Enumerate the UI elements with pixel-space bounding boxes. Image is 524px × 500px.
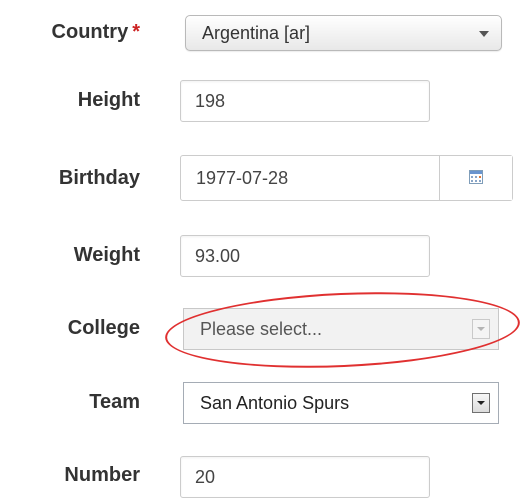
number-row: Number 20 [0, 456, 524, 500]
college-select[interactable]: Please select... [183, 308, 499, 350]
team-row: Team San Antonio Spurs [0, 382, 524, 426]
number-label: Number [64, 464, 140, 486]
calendar-icon [469, 170, 483, 184]
required-mark: * [132, 21, 140, 43]
weight-label: Weight [73, 244, 140, 266]
college-value: Please select... [200, 319, 323, 339]
caret-down-icon [479, 31, 489, 37]
height-input[interactable]: 198 [180, 80, 430, 122]
birthday-input[interactable]: 1977-07-28 [196, 156, 288, 200]
birthday-label: Birthday [58, 167, 140, 189]
team-value: San Antonio Spurs [200, 393, 350, 413]
college-row: College Please select... [0, 308, 524, 352]
weight-input[interactable]: 93.00 [180, 235, 430, 277]
country-row: Country * Argentina [ar] [0, 15, 524, 55]
team-label: Team [89, 391, 140, 413]
height-label: Height [77, 89, 140, 111]
weight-row: Weight 93.00 [0, 235, 524, 279]
country-label: Country * [51, 21, 140, 43]
team-select[interactable]: San Antonio Spurs [183, 382, 499, 424]
dropdown-arrow-icon [472, 393, 490, 413]
player-form: Country * Argentina [ar] Height 198 Birth… [0, 0, 524, 500]
number-input[interactable]: 20 [180, 456, 430, 498]
country-value: Argentina [ar] [202, 23, 311, 43]
birthday-field: 1977-07-28 [180, 155, 513, 201]
calendar-button[interactable] [439, 156, 512, 200]
dropdown-arrow-icon [472, 319, 490, 339]
height-row: Height 198 [0, 80, 524, 124]
country-dropdown[interactable]: Argentina [ar] [185, 15, 502, 51]
birthday-row: Birthday 1977-07-28 [0, 155, 524, 201]
college-label: College [67, 317, 140, 339]
